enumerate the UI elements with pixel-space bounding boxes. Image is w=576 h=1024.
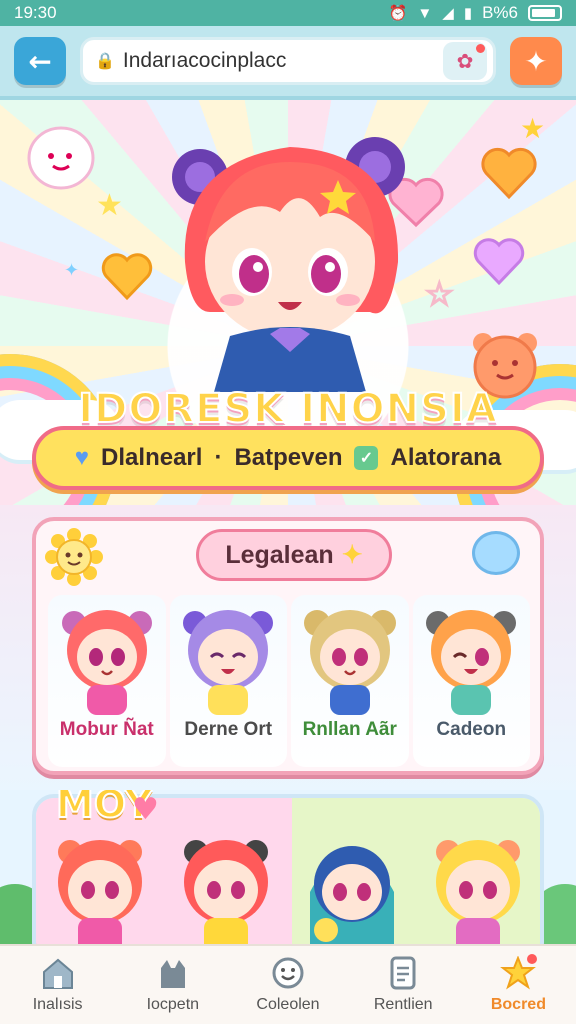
status-icons: ⏰ ▼ ◢ ▮ B%6 — [389, 3, 562, 23]
pill-text-3: Alatorana — [390, 444, 502, 471]
badge-button[interactable]: ✦ — [510, 37, 562, 85]
chat-bubble-icon: ✿ — [456, 50, 474, 73]
character-name: Mobur Ñat — [59, 719, 154, 740]
nav-item-smile[interactable]: Coleolen — [230, 946, 345, 1024]
character-name: Derne Ort — [184, 719, 273, 740]
wifi-icon: ▼ — [417, 4, 433, 22]
nav-label: Rentlien — [373, 996, 433, 1013]
character-avatar — [426, 610, 517, 715]
badge-icon: ✦ — [524, 44, 548, 78]
character-avatar — [61, 610, 152, 715]
character-name: Rnllan Aãr — [302, 719, 397, 740]
check-icon: ✓ — [354, 446, 379, 470]
character-avatar — [303, 610, 396, 715]
character-avatar — [183, 610, 274, 715]
category-pill[interactable]: ♥ Dlalnearl · Batpeven ✓ Alatorana — [32, 426, 544, 490]
lock-icon: 🔒 — [95, 53, 115, 70]
nav-label: Coleolen — [256, 996, 320, 1013]
nav-item-home[interactable]: Inalısis — [0, 946, 115, 1024]
character-card[interactable]: Mobur Ñat — [48, 595, 166, 767]
bubble-decoration — [472, 531, 520, 575]
section-label: Legalean — [225, 540, 334, 569]
sun-icon — [45, 528, 103, 586]
character-card[interactable]: Rnllan Aãr — [291, 595, 409, 767]
signal-icon: ◢ — [442, 5, 454, 22]
nav-item-document[interactable]: Rentlien — [346, 946, 461, 1024]
document-icon — [390, 956, 416, 990]
heart-icon — [101, 253, 153, 301]
characters-section: Legalean ✦ Mobur Ñat Derne Ort Rnllan Aã… — [0, 505, 576, 795]
nav-item-cat[interactable]: Iocpetn — [115, 946, 230, 1024]
nav-label: Iocpetn — [146, 996, 200, 1013]
character-avatar[interactable] — [44, 812, 156, 944]
status-time: 19:30 — [14, 3, 57, 22]
hero-section: ★ ★ ☆ ✦ IDORESK INONSIA ♥ Dlalnearl · Ba… — [0, 100, 576, 510]
section-banner: Legalean ✦ — [196, 529, 392, 581]
bottom-navigation: Inalısis Iocpetn Coleolen Rentlien Bocre… — [0, 944, 576, 1024]
star-icon: ☆ — [424, 274, 455, 314]
pill-text-1: Dlalnearl — [101, 444, 203, 471]
characters-card: Legalean ✦ Mobur Ñat Derne Ort Rnllan Aã… — [32, 517, 544, 775]
address-bar[interactable]: 🔒 Indarıacocinplacc ✿ — [80, 37, 496, 85]
character-card[interactable]: Derne Ort — [169, 595, 287, 767]
character-avatar[interactable] — [296, 812, 408, 944]
sparkle-icon: ✦ — [64, 260, 80, 281]
character-avatar[interactable] — [422, 812, 534, 944]
heart-icon — [481, 147, 537, 200]
battery-icon — [528, 5, 562, 21]
home-icon — [42, 958, 73, 989]
nav-label: Bocred — [490, 996, 546, 1013]
star-icon: ★ — [520, 112, 546, 145]
heart-icon: ♥ — [74, 444, 90, 471]
chat-button[interactable]: ✿ — [443, 42, 487, 80]
more-section: MOY ♥ — [0, 790, 576, 944]
heart-icon — [473, 238, 525, 286]
url-text: Indarıacocinplacc — [122, 49, 287, 72]
nav-label: Inalısis — [32, 996, 83, 1013]
back-button[interactable]: ← — [14, 37, 66, 85]
notification-dot — [526, 954, 537, 964]
cat-icon — [160, 960, 185, 988]
character-card[interactable]: Cadeon — [412, 595, 530, 767]
nav-item-star[interactable]: Bocred — [461, 946, 576, 1024]
smile-icon — [272, 957, 304, 989]
main-character-illustration — [172, 137, 405, 392]
character-grid: Mobur Ñat Derne Ort Rnllan Aãr Cadeon — [48, 595, 530, 767]
network-text: B%6 — [482, 3, 518, 22]
alarm-icon: ⏰ — [388, 5, 408, 22]
sim-icon: ▮ — [463, 5, 473, 22]
character-name: Cadeon — [436, 719, 507, 740]
status-bar: 19:30 ⏰ ▼ ◢ ▮ B%6 — [0, 0, 576, 26]
back-arrow-icon: ← — [28, 44, 52, 78]
character-avatar[interactable] — [170, 812, 282, 944]
browser-toolbar: ← 🔒 Indarıacocinplacc ✿ ✦ — [0, 26, 576, 100]
star-icon: ★ — [96, 188, 123, 223]
ghost-icon — [27, 126, 95, 190]
more-character-row — [44, 812, 534, 944]
pill-separator: · — [214, 444, 223, 471]
pill-text-2: Batpeven — [234, 444, 343, 471]
sparkle-icon: ✦ — [341, 541, 363, 569]
